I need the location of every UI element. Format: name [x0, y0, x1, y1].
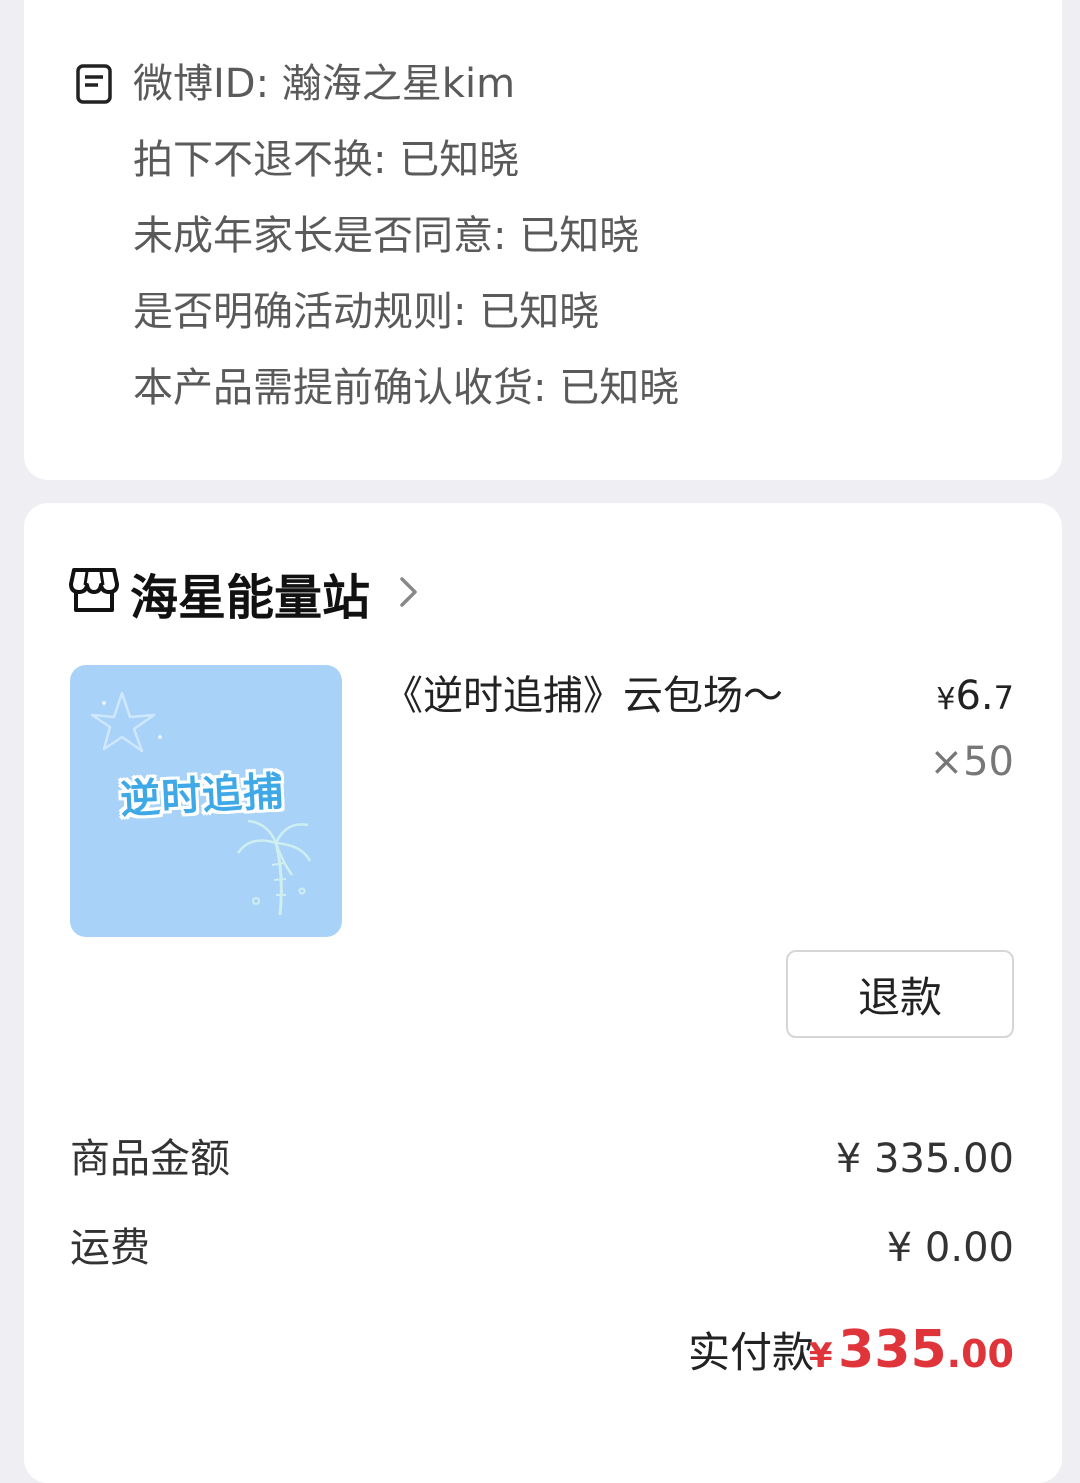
note-guardian-consent: 未成年家长是否同意: 已知晓	[133, 213, 640, 259]
shop-name[interactable]: 海星能量站	[130, 568, 370, 628]
shop-icon[interactable]	[68, 566, 120, 614]
note-activity-rules: 是否明确活动规则: 已知晓	[133, 289, 600, 335]
paid-currency: ¥	[808, 1336, 833, 1376]
paid-decimal: .00	[946, 1332, 1014, 1376]
product-unit-price: ¥6.7	[936, 670, 1014, 730]
note-weibo-id: 微博ID: 瀚海之星kim	[133, 61, 516, 107]
price-currency: ¥	[936, 682, 956, 717]
price-decimal: 7	[993, 679, 1014, 717]
product-quantity: ×50	[929, 739, 1014, 785]
note-confirm-receipt: 本产品需提前确认收货: 已知晓	[133, 365, 680, 411]
paid-amount-value: ¥ 335.00	[809, 1318, 1014, 1394]
shipping-value: ¥ 0.00	[886, 1225, 1014, 1271]
goods-amount-value: ¥ 335.00	[835, 1136, 1014, 1182]
note-icon	[76, 64, 112, 104]
product-thumbnail-text: 逆时追捕	[119, 768, 286, 824]
chevron-right-icon[interactable]	[398, 575, 420, 609]
goods-amount-label: 商品金额	[70, 1136, 230, 1182]
product-title[interactable]: 《逆时追捕》云包场～	[383, 668, 783, 724]
product-thumbnail[interactable]: 逆时追捕	[70, 665, 342, 937]
note-no-return: 拍下不退不换: 已知晓	[133, 137, 520, 183]
paid-amount-label: 实付款	[688, 1328, 815, 1377]
shipping-label: 运费	[70, 1225, 150, 1271]
price-integer: 6.	[955, 673, 994, 719]
paid-integer: 335	[838, 1320, 947, 1380]
refund-button[interactable]: 退款	[786, 950, 1014, 1038]
